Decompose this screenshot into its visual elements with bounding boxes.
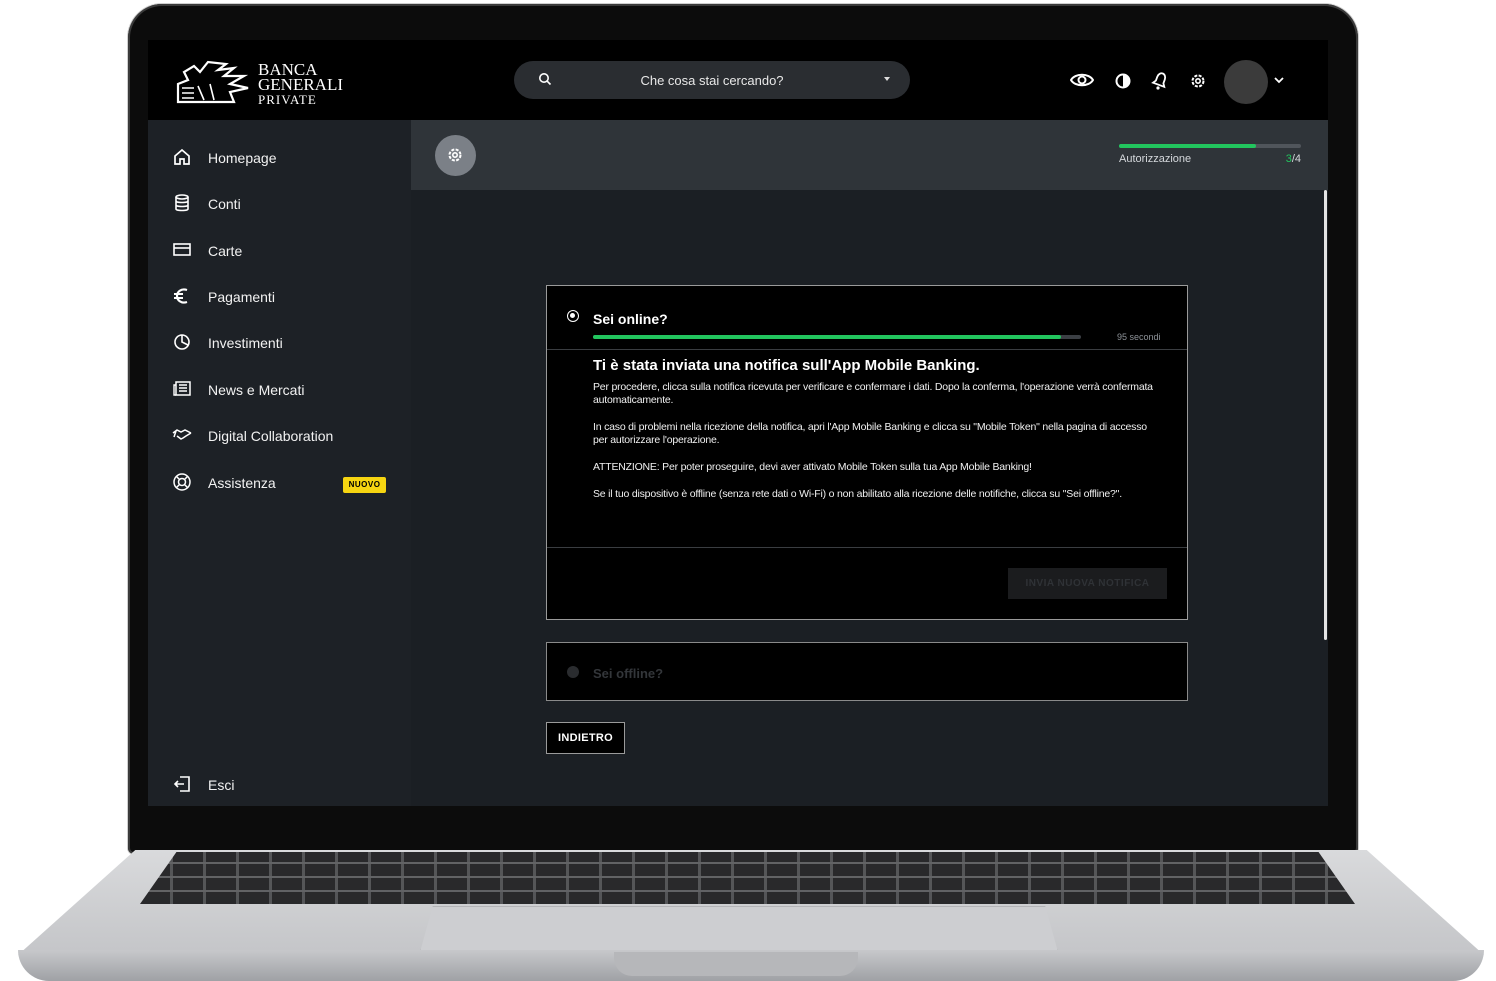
sidebar-item-carte[interactable]: Carte xyxy=(148,235,411,265)
logout-button[interactable]: Esci xyxy=(148,769,411,799)
card-icon xyxy=(173,243,191,256)
eye-icon[interactable] xyxy=(1070,70,1094,90)
new-badge: NUOVO xyxy=(343,477,386,493)
contrast-icon[interactable] xyxy=(1115,73,1131,89)
timer-label: 95 secondi xyxy=(1117,332,1161,342)
divider xyxy=(547,547,1187,548)
euro-icon xyxy=(174,288,188,304)
avatar[interactable] xyxy=(1224,60,1268,104)
main-content: Autorizzazione 3/4 Sei online? 95 second… xyxy=(411,120,1328,806)
logo-line-3: PRIVATE xyxy=(258,92,317,107)
authorization-progress: Autorizzazione 3/4 xyxy=(1119,144,1301,165)
sidebar-item-label: Pagamenti xyxy=(208,289,275,305)
back-button[interactable]: INDIETRO xyxy=(546,722,625,754)
coins-icon xyxy=(175,194,189,212)
trackpad xyxy=(420,906,1058,952)
scrollbar[interactable] xyxy=(1324,190,1327,640)
keyboard xyxy=(140,852,1355,904)
search-dropdown-icon[interactable] xyxy=(884,77,890,81)
sidebar-item-label: Conti xyxy=(208,196,241,212)
sidebar-item-news[interactable]: News e Mercati xyxy=(148,374,411,404)
paragraph-proceed: Per procedere, clicca sulla notifica ric… xyxy=(593,381,1153,406)
top-bar: BANCA GENERALI PRIVATE Che cosa stai cer… xyxy=(148,40,1328,120)
resend-notification-button[interactable]: INVIA NUOVA NOTIFICA xyxy=(1008,568,1167,599)
offline-option-card[interactable]: Sei offline? xyxy=(546,642,1188,701)
sidebar-item-conti[interactable]: Conti xyxy=(148,188,411,218)
chevron-down-icon[interactable] xyxy=(1274,76,1284,84)
offline-title: Sei offline? xyxy=(593,666,664,681)
progress-track xyxy=(1119,144,1301,148)
divider xyxy=(547,349,1187,350)
settings-button[interactable] xyxy=(435,135,476,176)
paragraph-warning: ATTENZIONE: Per poter proseguire, devi a… xyxy=(593,461,1032,473)
screen: BANCA GENERALI PRIVATE Che cosa stai cer… xyxy=(148,40,1328,806)
timer-track xyxy=(593,335,1081,339)
pie-chart-icon xyxy=(174,334,190,350)
sidebar-item-label: Homepage xyxy=(208,150,277,166)
gear-icon xyxy=(448,148,462,162)
sidebar-item-digital-collaboration[interactable]: Digital Collaboration xyxy=(148,420,411,450)
logout-label: Esci xyxy=(208,777,235,793)
sidebar-item-label: Investimenti xyxy=(208,335,283,351)
sidebar-item-label: News e Mercati xyxy=(208,382,305,398)
paragraph-problems: In caso di problemi nella ricezione dell… xyxy=(593,421,1147,446)
logo-line-2: GENERALI xyxy=(258,75,343,94)
newspaper-icon xyxy=(173,381,191,396)
sidebar-item-homepage[interactable]: Homepage xyxy=(148,142,411,172)
sidebar-item-label: Carte xyxy=(208,243,243,259)
logo-text: BANCA GENERALI PRIVATE xyxy=(258,61,343,107)
progress-fill xyxy=(1119,144,1256,148)
progress-label: Autorizzazione xyxy=(1119,153,1192,165)
gear-icon[interactable] xyxy=(1189,72,1207,90)
home-icon xyxy=(174,148,190,165)
sidebar-item-label: Digital Collaboration xyxy=(208,428,334,444)
online-title: Sei online? xyxy=(593,311,668,327)
notification-title: Ti è stata inviata una notifica sull'App… xyxy=(593,357,980,374)
bell-icon[interactable] xyxy=(1150,71,1170,91)
offline-radio[interactable] xyxy=(567,666,579,678)
handshake-icon xyxy=(172,429,192,440)
progress-count: 3/4 xyxy=(1286,153,1301,165)
progress-total: /4 xyxy=(1291,153,1301,165)
laptop-notch xyxy=(614,952,858,976)
lifebuoy-icon xyxy=(173,473,191,491)
search-bar[interactable]: Che cosa stai cercando? xyxy=(514,61,910,99)
sidebar-item-investimenti[interactable]: Investimenti xyxy=(148,327,411,357)
sidebar-item-label: Assistenza xyxy=(208,475,276,491)
sidebar-item-pagamenti[interactable]: Pagamenti xyxy=(148,281,411,311)
paragraph-offline-hint: Se il tuo dispositivo è offline (senza r… xyxy=(593,488,1122,500)
sidebar: Homepage Conti Carte Pagamenti Investime… xyxy=(148,120,411,806)
bank-logo[interactable]: BANCA GENERALI PRIVATE xyxy=(174,58,344,110)
sub-header: Autorizzazione 3/4 xyxy=(411,120,1328,190)
logout-icon xyxy=(173,776,190,792)
online-option-card[interactable]: Sei online? 95 secondi Ti è stata inviat… xyxy=(546,285,1188,620)
search-input[interactable]: Che cosa stai cercando? xyxy=(514,73,910,88)
timer-fill xyxy=(593,335,1062,339)
sidebar-item-assistenza[interactable]: Assistenza NUOVO xyxy=(148,467,411,497)
lion-icon xyxy=(176,60,249,104)
online-radio[interactable] xyxy=(567,310,579,322)
